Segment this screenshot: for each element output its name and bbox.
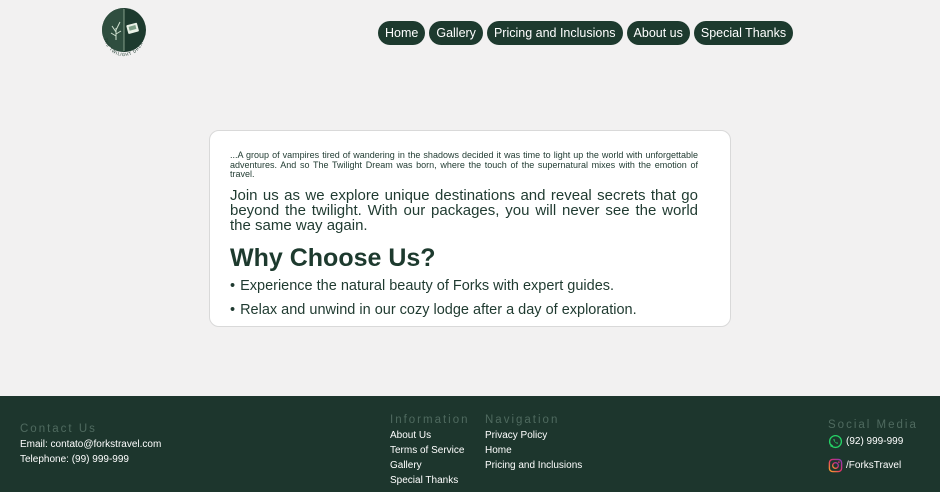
nav-about-us[interactable]: About us	[626, 21, 690, 45]
whatsapp-link[interactable]: (92) 999-999	[828, 433, 918, 449]
site-header: THE TWILIGHT DREAM Home Gallery Pricing …	[0, 0, 940, 70]
instagram-handle: /ForksTravel	[846, 459, 902, 471]
footer-link-home[interactable]: Home	[485, 443, 582, 458]
nav-gallery[interactable]: Gallery	[429, 21, 483, 45]
footer-link-pricing[interactable]: Pricing and Inclusions	[485, 458, 582, 473]
list-item: • Relax and unwind in our cozy lodge afte…	[230, 301, 698, 319]
main-nav: Home Gallery Pricing and Inclusions Abou…	[378, 21, 794, 45]
footer-link-gallery[interactable]: Gallery	[390, 458, 470, 473]
social-heading: Social Media	[828, 419, 918, 431]
list-item: • Experience the natural beauty of Forks …	[230, 277, 698, 295]
footer-social: Social Media (92) 999-999 /ForksTravel	[828, 419, 918, 473]
intro-invitation: Join us as we explore unique destination…	[230, 186, 698, 234]
why-choose-us-heading: Why Choose Us?	[230, 243, 436, 272]
site-footer: Contact Us Email: contato@forkstravel.co…	[0, 396, 940, 492]
logo-emblem-icon: THE TWILIGHT DREAM	[102, 8, 146, 57]
footer-link-privacy[interactable]: Privacy Policy	[485, 428, 582, 443]
twilight-dream-logo[interactable]: THE TWILIGHT DREAM	[98, 6, 150, 58]
footer-link-terms[interactable]: Terms of Service	[390, 443, 470, 458]
footer-information: Information About Us Terms of Service Ga…	[390, 414, 470, 488]
whatsapp-number: (92) 999-999	[846, 435, 904, 447]
bullet-icon: •	[230, 301, 236, 318]
nav-home[interactable]: Home	[378, 21, 426, 45]
nav-pricing[interactable]: Pricing and Inclusions	[486, 21, 623, 45]
nav-special-thanks[interactable]: Special Thanks	[693, 21, 794, 45]
contact-email[interactable]: Email: contato@forkstravel.com	[20, 437, 161, 452]
instagram-icon	[828, 458, 843, 472]
benefit-text: Experience the natural beauty of Forks w…	[240, 277, 615, 294]
footer-navigation: Navigation Privacy Policy Home Pricing a…	[485, 414, 582, 473]
intro-story: ...A group of vampires tired of wanderin…	[230, 150, 698, 179]
benefits-list: • Experience the natural beauty of Forks …	[230, 277, 698, 319]
navigation-heading: Navigation	[485, 414, 560, 426]
footer-link-about-us[interactable]: About Us	[390, 428, 470, 443]
footer-link-special-thanks[interactable]: Special Thanks	[390, 473, 470, 488]
information-heading: Information	[390, 414, 470, 426]
intro-card: ...A group of vampires tired of wanderin…	[209, 130, 731, 327]
contact-heading: Contact Us	[20, 423, 97, 435]
benefit-text: Relax and unwind in our cozy lodge after…	[240, 301, 637, 318]
instagram-link[interactable]: /ForksTravel	[828, 457, 918, 473]
contact-phone: Telephone: (99) 999-999	[20, 454, 129, 465]
whatsapp-icon	[828, 434, 843, 448]
footer-contact: Contact Us Email: contato@forkstravel.co…	[20, 423, 161, 467]
bullet-icon: •	[230, 277, 236, 294]
